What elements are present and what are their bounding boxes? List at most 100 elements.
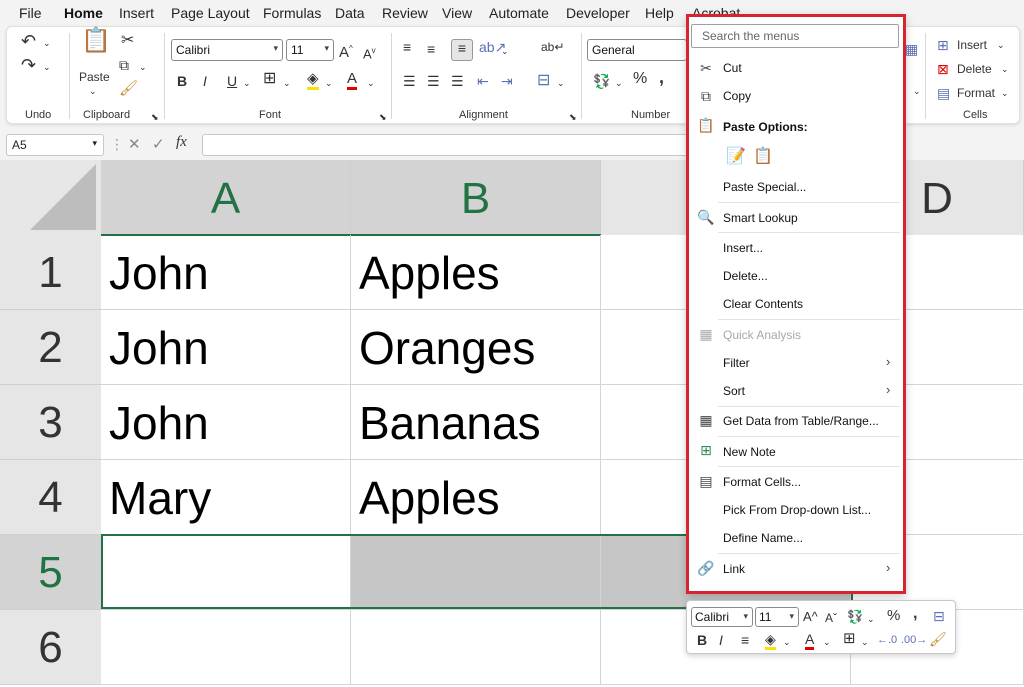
decrease-font-icon[interactable]: Aˇ	[825, 610, 837, 626]
increase-font-icon[interactable]: A^	[803, 609, 818, 625]
menu-item-clear-contents[interactable]: Clear Contents	[723, 297, 803, 311]
fill-color-icon[interactable]: ◈	[307, 71, 319, 90]
align-center-icon[interactable]: ☰	[427, 73, 440, 89]
percent-style-icon[interactable]: %	[887, 608, 900, 624]
tab-page-layout[interactable]: Page Layout	[171, 5, 250, 21]
tab-formulas[interactable]: Formulas	[263, 5, 321, 21]
chevron-down-icon[interactable]: ⌄	[783, 634, 791, 650]
align-bottom-icon[interactable]: ≡	[451, 39, 473, 61]
dialog-launcher-icon[interactable]: ⬊	[569, 109, 577, 125]
align-top-icon[interactable]: ≡	[403, 39, 411, 55]
paste-values-icon[interactable]: 📋	[753, 146, 773, 166]
tab-file[interactable]: File	[19, 5, 42, 21]
tab-data[interactable]: Data	[335, 5, 365, 21]
font-name-select[interactable]: Calibri ▾	[171, 39, 283, 61]
insert-cells-button[interactable]: Insert	[957, 37, 987, 53]
align-right-icon[interactable]: ☰	[451, 73, 464, 89]
cell-a3[interactable]: John	[101, 385, 351, 460]
chevron-down-icon[interactable]: ⌄	[615, 75, 623, 91]
formula-input[interactable]	[202, 134, 692, 156]
percent-style-icon[interactable]: %	[633, 71, 647, 87]
tab-view[interactable]: View	[442, 5, 472, 21]
mini-font-name-select[interactable]: Calibri ▾	[691, 607, 753, 627]
cell-a1[interactable]: John	[101, 235, 351, 310]
bold-icon[interactable]: B	[697, 632, 707, 648]
chevron-down-icon[interactable]: ⌄	[243, 75, 251, 91]
increase-decimal-icon[interactable]: ←.0	[877, 632, 897, 648]
cell-b4[interactable]: Apples	[351, 460, 601, 535]
paste-icon[interactable]: 📋	[81, 29, 111, 53]
chevron-down-icon[interactable]: ⌄	[283, 75, 291, 91]
menu-item-new-note[interactable]: New Note	[723, 445, 776, 459]
chevron-down-icon[interactable]: ⌄	[997, 37, 1005, 53]
row-header-2[interactable]: 2	[0, 310, 101, 385]
menu-item-sort[interactable]: Sort	[723, 384, 745, 398]
chevron-down-icon[interactable]: ⌄	[557, 75, 565, 91]
row-header-3[interactable]: 3	[0, 385, 101, 460]
menu-item-pick-list[interactable]: Pick From Drop-down List...	[723, 503, 871, 517]
insert-cells-icon[interactable]: ⊞	[937, 37, 949, 53]
column-header-a[interactable]: A	[101, 160, 351, 235]
menu-item-smart-lookup[interactable]: Smart Lookup	[723, 211, 798, 225]
menu-search-input[interactable]: Search the menus	[691, 24, 899, 48]
chevron-down-icon[interactable]: ⌄	[367, 75, 375, 91]
chevron-down-icon[interactable]: ⌄	[867, 611, 875, 627]
menu-item-get-data[interactable]: Get Data from Table/Range...	[723, 414, 879, 428]
comma-style-icon[interactable]: ,	[913, 606, 917, 622]
chevron-down-icon[interactable]: ⌄	[325, 75, 333, 91]
chevron-down-icon[interactable]: ⌄	[501, 43, 509, 59]
redo-icon[interactable]: ↷	[21, 56, 36, 74]
row-header-4[interactable]: 4	[0, 460, 101, 535]
chevron-down-icon[interactable]: ⌄	[861, 634, 869, 650]
fx-icon[interactable]: fx	[176, 134, 187, 151]
format-painter-icon[interactable]: 🖌	[929, 631, 947, 647]
tab-review[interactable]: Review	[382, 5, 428, 21]
format-painter-icon[interactable]: 🖌	[119, 81, 138, 97]
name-box[interactable]: A5 ▾	[6, 134, 104, 156]
merge-center-icon[interactable]: ⊟	[933, 608, 945, 624]
menu-item-link[interactable]: Link	[723, 562, 745, 576]
font-color-icon[interactable]: A	[347, 71, 358, 90]
chevron-down-icon[interactable]: ⌄	[139, 59, 147, 75]
chevron-down-icon[interactable]: ⌄	[89, 83, 97, 99]
decrease-decimal-icon[interactable]: .00→	[901, 632, 927, 648]
increase-indent-icon[interactable]: ⇥	[501, 73, 513, 89]
delete-cells-button[interactable]: Delete	[957, 61, 992, 77]
row-header-6[interactable]: 6	[0, 610, 101, 685]
menu-item-delete[interactable]: Delete...	[723, 269, 768, 283]
chevron-down-icon[interactable]: ⌄	[913, 83, 921, 99]
row-header-1[interactable]: 1	[0, 235, 101, 310]
chevron-down-icon[interactable]: ⌄	[1001, 61, 1009, 77]
center-align-icon[interactable]: ≡	[741, 632, 749, 648]
cell-a4[interactable]: Mary	[101, 460, 351, 535]
undo-icon[interactable]: ↶	[21, 32, 36, 50]
tab-insert[interactable]: Insert	[119, 5, 154, 21]
tab-help[interactable]: Help	[645, 5, 674, 21]
more-options-icon[interactable]: ⋮	[110, 136, 124, 153]
wrap-text-icon[interactable]: ab↵	[541, 39, 564, 55]
menu-item-paste-special[interactable]: Paste Special...	[723, 180, 806, 194]
cancel-icon[interactable]: ✕	[128, 135, 141, 153]
format-cells-icon[interactable]: ▤	[937, 85, 950, 101]
dialog-launcher-icon[interactable]: ⬊	[151, 109, 159, 125]
cell-b1[interactable]: Apples	[351, 235, 601, 310]
menu-item-insert[interactable]: Insert...	[723, 241, 763, 255]
mini-font-size-select[interactable]: 11 ▾	[755, 607, 799, 627]
tab-developer[interactable]: Developer	[566, 5, 630, 21]
merge-center-icon[interactable]: ⊟	[537, 73, 550, 89]
decrease-indent-icon[interactable]: ⇤	[477, 73, 489, 89]
menu-item-format-cells[interactable]: Format Cells...	[723, 475, 801, 489]
copy-icon[interactable]: ⧉	[119, 57, 129, 73]
paste-formatting-icon[interactable]: 📝	[726, 146, 746, 166]
accounting-format-icon[interactable]: 💱	[847, 609, 863, 625]
borders-icon[interactable]: ⊞	[263, 71, 276, 87]
cell-a2[interactable]: John	[101, 310, 351, 385]
italic-icon[interactable]: I	[719, 632, 723, 648]
font-size-select[interactable]: 11 ▾	[286, 39, 334, 61]
format-cells-button[interactable]: Format	[957, 85, 995, 101]
font-color-icon[interactable]: A	[805, 631, 815, 650]
chevron-down-icon[interactable]: ⌄	[43, 59, 51, 75]
tab-home[interactable]: Home	[64, 5, 103, 27]
number-format-select[interactable]: General	[587, 39, 687, 61]
fill-color-icon[interactable]: ◈	[765, 631, 776, 650]
